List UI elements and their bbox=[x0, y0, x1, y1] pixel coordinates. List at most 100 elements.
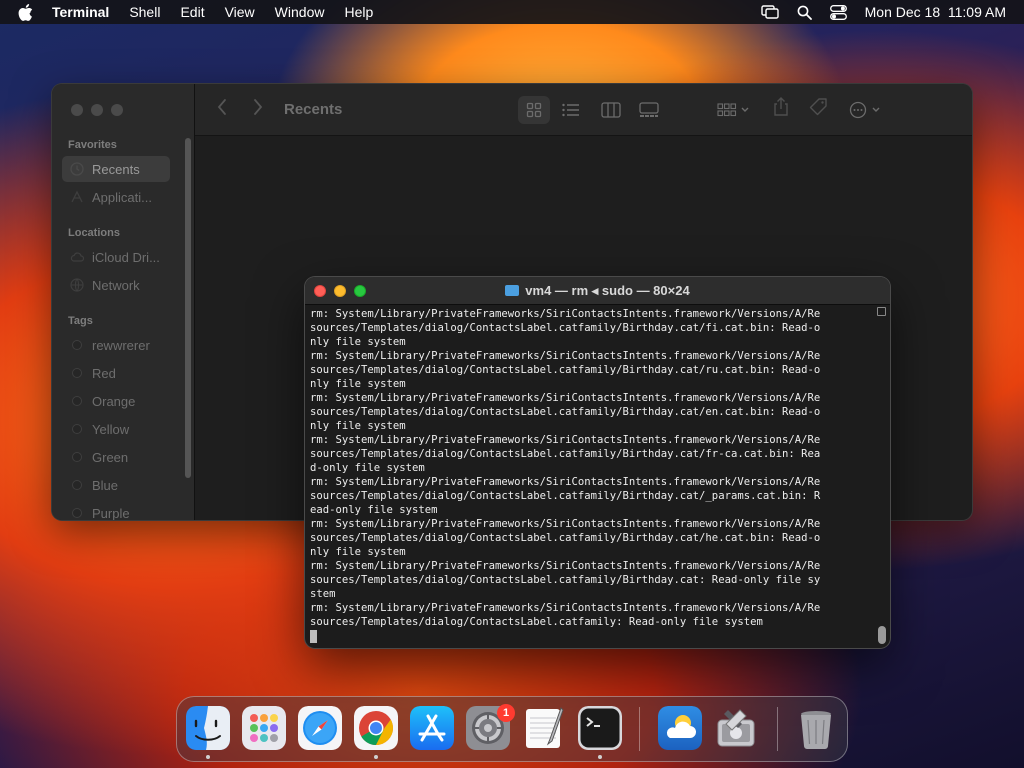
terminal-line: nly file system bbox=[310, 378, 406, 390]
terminal-line: sources/Templates/dialog/ContactsLabel.c… bbox=[310, 322, 821, 334]
sidebar-tag-green[interactable]: Green bbox=[62, 444, 170, 470]
disk-utility-icon[interactable] bbox=[714, 706, 758, 750]
system-settings-icon[interactable]: 1 bbox=[466, 704, 515, 750]
sidebar-item-icloud-drive[interactable]: iCloud Dri... bbox=[62, 244, 170, 270]
sidebar-tag-yellow[interactable]: Yellow bbox=[62, 416, 170, 442]
screen-mirroring-icon[interactable] bbox=[760, 5, 779, 19]
app-store-icon[interactable] bbox=[410, 706, 454, 750]
sidebar-item-label: Applicati... bbox=[92, 189, 152, 205]
terminal-line: ead-only file system bbox=[310, 504, 438, 516]
terminal-line: rm: System/Library/PrivateFrameworks/Sir… bbox=[310, 392, 821, 404]
sidebar-tag-purple[interactable]: Purple bbox=[62, 500, 170, 520]
terminal-line: rm: System/Library/PrivateFrameworks/Sir… bbox=[310, 308, 821, 320]
terminal-scrollbar[interactable] bbox=[877, 307, 887, 644]
back-chevron-icon[interactable] bbox=[217, 98, 227, 116]
applications-icon bbox=[71, 190, 83, 203]
sidebar-tag-rewwrerer[interactable]: rewwrerer bbox=[62, 332, 170, 358]
tag-dot-icon bbox=[72, 368, 82, 378]
menu-help[interactable]: Help bbox=[344, 4, 373, 20]
terminal-line: rm: System/Library/PrivateFrameworks/Sir… bbox=[310, 434, 821, 446]
trash-icon[interactable] bbox=[794, 706, 838, 750]
menu-edit[interactable]: Edit bbox=[180, 4, 204, 20]
menu-clock[interactable]: Mon Dec 18 11:09 AM bbox=[865, 4, 1006, 20]
tag-dot-icon bbox=[72, 396, 82, 406]
terminal-line: sources/Templates/dialog/ContactsLabel.c… bbox=[310, 532, 821, 544]
clock-icon bbox=[70, 162, 84, 176]
sidebar-item-label: Orange bbox=[92, 393, 136, 409]
finder-close-button[interactable] bbox=[71, 104, 83, 116]
sidebar-section-tags: Tags bbox=[68, 315, 93, 327]
tag-dot-icon bbox=[72, 340, 82, 350]
terminal-zoom-button[interactable] bbox=[354, 285, 366, 297]
terminal-scrollbar-thumb[interactable] bbox=[878, 626, 886, 644]
terminal-line: nly file system bbox=[310, 546, 406, 558]
terminal-running-indicator bbox=[598, 755, 602, 759]
sidebar-item-label: Purple bbox=[92, 505, 130, 521]
terminal-close-button[interactable] bbox=[314, 285, 326, 297]
forward-chevron-icon[interactable] bbox=[253, 98, 263, 116]
terminal-line: d-only file system bbox=[310, 462, 425, 474]
globe-icon bbox=[70, 278, 84, 292]
folder-icon bbox=[505, 285, 520, 296]
sidebar-tag-orange[interactable]: Orange bbox=[62, 388, 170, 414]
terminal-line: nly file system bbox=[310, 336, 406, 348]
spotlight-search-icon[interactable] bbox=[797, 5, 812, 20]
more-actions-icon[interactable] bbox=[846, 96, 888, 124]
tag-icon[interactable] bbox=[809, 97, 829, 117]
tag-dot-icon bbox=[72, 424, 82, 434]
sidebar-item-applications[interactable]: Applicati... bbox=[62, 184, 170, 210]
terminal-window: vm4 — rm ◂ sudo — 80×24 rm: System/Libra… bbox=[305, 277, 890, 648]
launchpad-icon[interactable] bbox=[242, 706, 286, 750]
control-center-icon[interactable] bbox=[829, 4, 847, 20]
group-by-menu-icon[interactable] bbox=[713, 96, 755, 124]
menu-window[interactable]: Window bbox=[275, 4, 325, 20]
tag-dot-icon bbox=[72, 508, 82, 518]
column-view-icon[interactable] bbox=[595, 96, 627, 124]
settings-notification-badge: 1 bbox=[497, 704, 515, 722]
finder-window-title: Recents bbox=[284, 101, 343, 118]
icon-view-grid-icon[interactable] bbox=[518, 96, 550, 124]
list-view-icon[interactable] bbox=[555, 96, 587, 124]
sidebar-item-label: Yellow bbox=[92, 421, 130, 437]
finder-running-indicator bbox=[206, 755, 210, 759]
textedit-icon[interactable] bbox=[522, 706, 566, 750]
safari-icon[interactable] bbox=[298, 706, 342, 750]
finder-sidebar: Favorites Recents Applicati... Locations… bbox=[52, 84, 195, 520]
terminal-line: nly file system bbox=[310, 420, 406, 432]
apple-menu-icon[interactable] bbox=[18, 3, 34, 21]
finder-minimize-button[interactable] bbox=[91, 104, 103, 116]
sidebar-section-locations: Locations bbox=[68, 227, 120, 239]
sidebar-item-recents[interactable]: Recents bbox=[62, 156, 170, 182]
cloud-icon bbox=[70, 252, 84, 262]
sidebar-item-label: rewwrerer bbox=[92, 337, 150, 353]
finder-zoom-button[interactable] bbox=[111, 104, 123, 116]
terminal-line: sources/Templates/dialog/ContactsLabel.c… bbox=[310, 364, 821, 376]
sidebar-tag-red[interactable]: Red bbox=[62, 360, 170, 386]
finder-icon[interactable] bbox=[186, 706, 230, 750]
sidebar-item-label: Green bbox=[92, 449, 129, 465]
share-icon[interactable] bbox=[773, 97, 789, 117]
terminal-window-controls bbox=[314, 285, 366, 297]
menu-app-name[interactable]: Terminal bbox=[52, 4, 109, 20]
terminal-prompt-line bbox=[310, 629, 874, 643]
terminal-title-text: vm4 — rm ◂ sudo — 80×24 bbox=[525, 282, 690, 298]
terminal-line: sources/Templates/dialog/ContactsLabel.c… bbox=[310, 616, 763, 628]
dock-separator-trash bbox=[777, 707, 778, 751]
sidebar-item-label: Network bbox=[92, 277, 140, 293]
menu-view[interactable]: View bbox=[225, 4, 255, 20]
terminal-minimize-button[interactable] bbox=[334, 285, 346, 297]
terminal-icon[interactable] bbox=[578, 706, 622, 750]
terminal-line: sources/Templates/dialog/ContactsLabel.c… bbox=[310, 490, 821, 502]
menu-shell[interactable]: Shell bbox=[129, 4, 160, 20]
terminal-output[interactable]: rm: System/Library/PrivateFrameworks/Sir… bbox=[310, 307, 874, 644]
terminal-line: rm: System/Library/PrivateFrameworks/Sir… bbox=[310, 518, 821, 530]
chrome-icon[interactable] bbox=[354, 706, 398, 750]
scroll-marker-icon bbox=[877, 307, 886, 316]
sidebar-item-network[interactable]: Network bbox=[62, 272, 170, 298]
sidebar-scrollbar[interactable] bbox=[185, 138, 191, 478]
finder-window-controls bbox=[71, 104, 123, 116]
sidebar-tag-blue[interactable]: Blue bbox=[62, 472, 170, 498]
terminal-line: sources/Templates/dialog/ContactsLabel.c… bbox=[310, 574, 821, 586]
weather-icon[interactable] bbox=[658, 706, 702, 750]
gallery-view-icon[interactable] bbox=[633, 96, 665, 124]
